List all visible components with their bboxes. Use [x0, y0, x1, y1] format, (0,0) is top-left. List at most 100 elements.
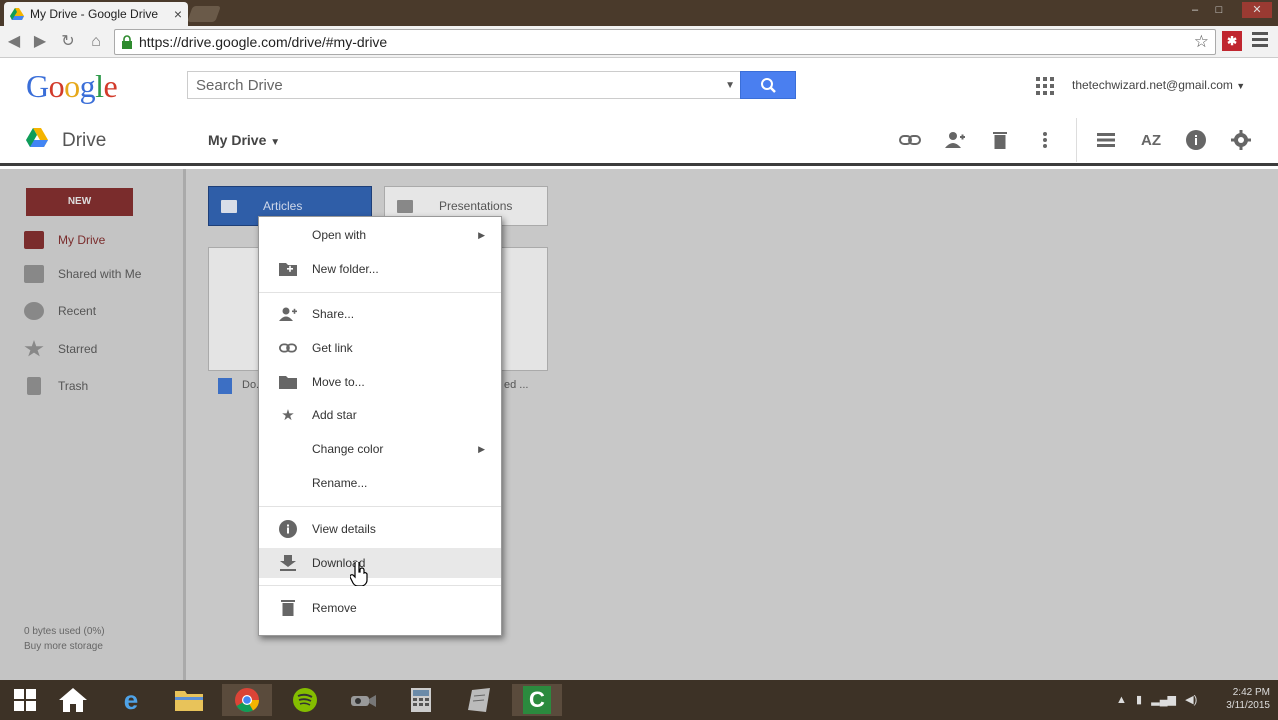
- sidebar: NEW My Drive Shared with Me Recent Starr…: [0, 169, 186, 680]
- sidebar-item-my-drive[interactable]: My Drive: [24, 229, 105, 251]
- camera-icon[interactable]: [338, 684, 388, 716]
- menu-divider: [259, 506, 501, 507]
- chrome-icon[interactable]: [222, 684, 272, 716]
- settings-icon[interactable]: [1229, 128, 1253, 152]
- chrome-menu-icon[interactable]: [1252, 32, 1268, 50]
- toolbar-divider: [1076, 118, 1077, 162]
- browser-tab[interactable]: My Drive - Google Drive ×: [4, 2, 188, 26]
- people-icon: [24, 265, 44, 283]
- search-input[interactable]: Search Drive ▼: [187, 71, 741, 99]
- search-button[interactable]: [740, 71, 796, 99]
- buy-storage-link[interactable]: Buy more storage: [24, 639, 105, 654]
- menu-item-share[interactable]: Share...: [259, 299, 501, 329]
- close-window-icon[interactable]: ✕: [1242, 2, 1272, 18]
- menu-item-new-folder[interactable]: New folder...: [259, 254, 501, 284]
- minimize-icon[interactable]: –: [1184, 2, 1206, 18]
- account-menu[interactable]: thetechwizard.net@gmail.com ▼: [1072, 78, 1245, 92]
- context-menu: Open with ▶ New folder... Share... Get l…: [258, 216, 502, 636]
- sidebar-item-label: Shared with Me: [58, 267, 142, 281]
- star-icon: ★: [281, 407, 295, 424]
- file-thumbnail[interactable]: [500, 247, 548, 371]
- menu-item-label: Open with: [312, 228, 367, 242]
- share-person-icon: [279, 305, 297, 323]
- my-drive-dropdown[interactable]: My Drive ▼: [208, 132, 280, 148]
- google-logo[interactable]: Google: [26, 68, 118, 105]
- share-person-icon[interactable]: [943, 128, 967, 152]
- submenu-arrow-icon: ▶: [478, 443, 485, 454]
- clock[interactable]: 2:42 PM 3/11/2015: [1226, 686, 1270, 712]
- trash-icon[interactable]: [988, 128, 1012, 152]
- folder-icon: [397, 199, 413, 213]
- drive-toolbar: Drive My Drive ▼ AZ: [0, 114, 1278, 166]
- drive-favicon-icon: [10, 8, 24, 20]
- calculator-icon[interactable]: [396, 684, 446, 716]
- clock-time: 2:42 PM: [1232, 687, 1270, 698]
- file-explorer-icon[interactable]: [164, 684, 214, 716]
- home-icon[interactable]: ⌂: [86, 32, 106, 52]
- info-icon[interactable]: [1184, 128, 1208, 152]
- list-view-icon[interactable]: [1094, 128, 1118, 152]
- new-tab-button[interactable]: [187, 6, 221, 22]
- menu-item-change-color[interactable]: Change color ▶: [259, 434, 501, 464]
- menu-item-label: View details: [312, 522, 376, 536]
- apps-grid-icon[interactable]: [1036, 77, 1054, 95]
- menu-item-rename[interactable]: Rename...: [259, 468, 501, 498]
- sort-az-icon[interactable]: AZ: [1139, 128, 1163, 152]
- hand-cursor-icon: [350, 562, 368, 586]
- menu-item-download[interactable]: Download: [259, 548, 501, 578]
- link-icon[interactable]: [898, 128, 922, 152]
- sidebar-item-label: Starred: [58, 342, 98, 356]
- file-thumbnail[interactable]: [208, 247, 260, 371]
- windows-start-icon[interactable]: [0, 684, 50, 716]
- clock-date: 3/11/2015: [1226, 700, 1270, 711]
- tab-close-icon[interactable]: ×: [174, 6, 182, 22]
- account-email: thetechwizard.net@gmail.com: [1072, 78, 1233, 92]
- file-name: ed ...: [504, 379, 529, 391]
- sidebar-item-label: Trash: [58, 379, 89, 393]
- drive-content-area: NEW My Drive Shared with Me Recent Starr…: [0, 169, 1278, 680]
- windows-taskbar: e C ▲ ▮ ▂▄▆ ◀) 2:42 PM 3/11/2015: [0, 680, 1278, 720]
- menu-divider: [259, 292, 501, 293]
- menu-item-open-with[interactable]: Open with ▶: [259, 220, 501, 250]
- menu-item-label: Move to...: [312, 375, 365, 389]
- internet-explorer-icon[interactable]: e: [106, 684, 156, 716]
- document-icon: [218, 378, 232, 394]
- folder-icon: [279, 373, 297, 391]
- menu-item-add-star[interactable]: ★ Add star: [259, 400, 501, 430]
- menu-item-remove[interactable]: Remove: [259, 593, 501, 623]
- reload-icon[interactable]: ↻: [58, 32, 78, 52]
- folder-icon: [221, 199, 237, 213]
- lock-icon: [122, 35, 132, 49]
- menu-item-label: Remove: [312, 601, 357, 615]
- maximize-icon[interactable]: □: [1208, 2, 1230, 18]
- sidebar-item-shared[interactable]: Shared with Me: [24, 263, 141, 285]
- star-icon: [24, 340, 44, 357]
- extension-icon[interactable]: ✱: [1222, 31, 1242, 51]
- menu-item-view-details[interactable]: View details: [259, 514, 501, 544]
- forward-icon[interactable]: ▶: [30, 32, 50, 52]
- system-tray-icons[interactable]: ▲ ▮ ▂▄▆ ◀): [1116, 693, 1197, 706]
- drive-logo-icon: [26, 128, 48, 147]
- new-button[interactable]: NEW: [26, 188, 133, 216]
- menu-item-label: New folder...: [312, 262, 379, 276]
- camtasia-icon[interactable]: C: [512, 684, 562, 716]
- bookmark-star-icon[interactable]: ☆: [1194, 32, 1209, 52]
- drive-icon: [24, 231, 44, 249]
- url-bar[interactable]: https://drive.google.com/drive/#my-drive…: [114, 29, 1216, 55]
- back-icon[interactable]: ◀: [4, 32, 24, 52]
- sidebar-item-starred[interactable]: Starred: [24, 338, 97, 360]
- new-folder-icon: [279, 260, 297, 278]
- search-icon: [761, 78, 776, 93]
- sidebar-item-recent[interactable]: Recent: [24, 300, 96, 322]
- notepad-icon[interactable]: [454, 684, 504, 716]
- more-vert-icon[interactable]: [1033, 128, 1057, 152]
- spotify-icon[interactable]: [280, 684, 330, 716]
- search-options-icon[interactable]: ▼: [725, 80, 735, 91]
- menu-item-get-link[interactable]: Get link: [259, 333, 501, 363]
- menu-divider: [259, 585, 501, 586]
- menu-item-move-to[interactable]: Move to...: [259, 367, 501, 397]
- home-icon[interactable]: [48, 684, 98, 716]
- sidebar-item-trash[interactable]: Trash: [24, 375, 88, 397]
- tab-title: My Drive - Google Drive: [30, 7, 159, 21]
- menu-item-label: Rename...: [312, 476, 368, 490]
